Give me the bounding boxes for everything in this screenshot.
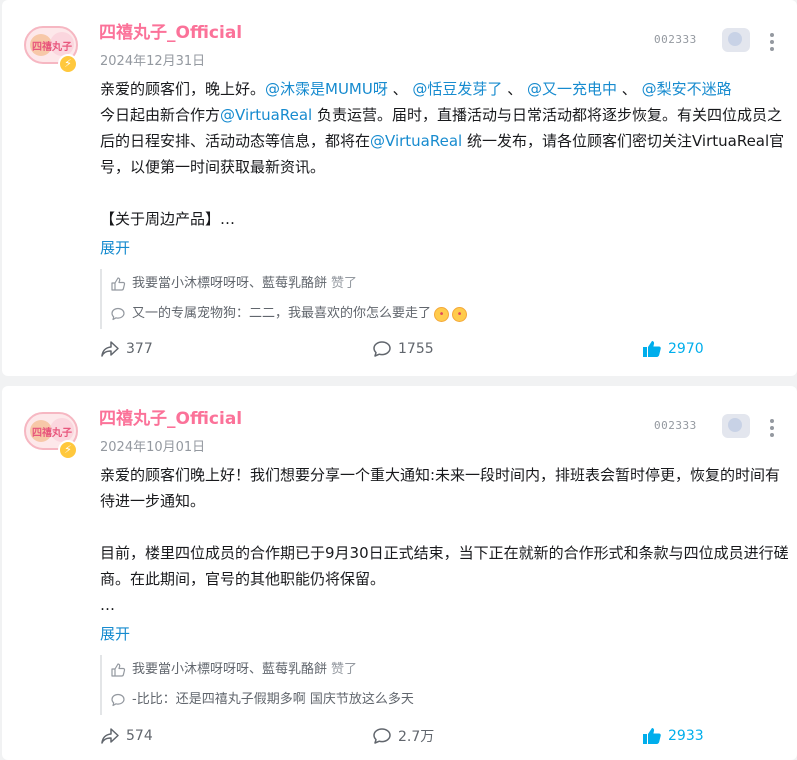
avatar-logo-text: 四禧丸子 (32, 42, 72, 53)
like-button[interactable]: 2933 (642, 724, 704, 748)
author-name[interactable]: 四禧丸子_Official (99, 404, 242, 429)
share-count: 377 (126, 341, 153, 357)
share-button[interactable]: 377 (100, 337, 153, 361)
more-vertical-icon[interactable] (762, 416, 782, 442)
fan-badge: 002333 (652, 28, 752, 52)
mention-link[interactable]: @恬豆发芽了 (412, 80, 502, 98)
content-line (100, 514, 790, 540)
author-name[interactable]: 四禧丸子_Official (99, 18, 242, 43)
fan-badge-number: 002333 (654, 33, 697, 46)
content-text: 今日起由新合作方 (100, 106, 221, 124)
content-line: 【关于周边产品】… (100, 210, 236, 228)
comment-text: 又一的专属宠物狗：二二，我最喜欢的你怎么要走了 (132, 306, 432, 321)
more-vertical-icon[interactable] (762, 30, 782, 56)
action-bar: 377 1755 2970 (100, 337, 790, 361)
like-count: 2933 (668, 728, 704, 744)
expand-link[interactable]: 展开 (100, 237, 130, 258)
comment-button[interactable]: 2.7万 (372, 724, 434, 748)
interaction-summary: 我要當小沐標呀呀呀、藍莓乳酪餅 赞了 -比比：还是四禧丸子假期多啊 国庆节放这么… (100, 655, 790, 715)
content-text: 亲爱的顾客们，晚上好。 (100, 80, 266, 98)
content-line (100, 180, 790, 206)
comment-text: -比比：还是四禧丸子假期多啊 国庆节放这么多天 (132, 692, 414, 707)
likes-names[interactable]: 我要當小沐標呀呀呀、藍莓乳酪餅 (132, 655, 327, 685)
content-line: 今日起由新合作方@VirtuaReal 负责运营。届时，直播活动与日常活动都将逐… (100, 102, 790, 180)
mention-link[interactable]: @沐霂是MUMU呀 (265, 80, 388, 98)
likes-names[interactable]: 我要當小沐標呀呀呀、藍莓乳酪餅 (132, 269, 327, 299)
content-text: 、 (617, 80, 637, 98)
thumb-up-filled-icon (643, 728, 661, 744)
crying-face-emoji: • (434, 306, 450, 322)
thumb-up-outline-icon (111, 663, 126, 677)
post-content: 亲爱的顾客们，晚上好。@沐霂是MUMU呀 、 @恬豆发芽了 、 @又一充电中 、… (100, 76, 790, 232)
avatar-logo-text: 四禧丸子 (32, 428, 72, 439)
mention-link[interactable]: @VirtuaReal (220, 106, 312, 124)
comment-count: 2.7万 (398, 729, 435, 745)
comment-count: 1755 (398, 341, 434, 357)
share-button[interactable]: 574 (100, 724, 153, 748)
mention-link[interactable]: @又一充电中 (527, 80, 617, 98)
content-paragraph: 目前，楼里四位成员的合作期已于9月30日正式结束，当下正在就新的合作形式和条款与… (100, 544, 789, 588)
feed-card: 四禧丸子 ⚡ 四禧丸子_Official 2024年10月01日 002333 … (2, 386, 797, 760)
share-count: 574 (126, 728, 153, 744)
comment-preview[interactable]: -比比：还是四禧丸子假期多啊 国庆节放这么多天 (110, 685, 790, 715)
lightning-icon: ⚡ (58, 440, 78, 460)
expand-link[interactable]: 展开 (100, 623, 130, 644)
post-content: 亲爱的顾客们晚上好！我们想要分享一个重大通知:未来一段时间内，排班表会暂时停更，… (100, 462, 790, 618)
content-paragraph: … (100, 596, 115, 614)
thumb-up-filled-icon (643, 341, 661, 357)
comment-button[interactable]: 1755 (372, 337, 434, 361)
fan-badge-image (722, 414, 750, 438)
content-text: 、 (387, 80, 408, 98)
mention-link[interactable]: @梨安不迷路 (642, 80, 732, 98)
share-icon (101, 341, 119, 357)
likes-line[interactable]: 我要當小沐標呀呀呀、藍莓乳酪餅 赞了 (110, 269, 790, 299)
like-button[interactable]: 2970 (642, 337, 704, 361)
likes-suffix: 赞了 (331, 662, 358, 677)
lightning-icon: ⚡ (58, 54, 78, 74)
content-line: 亲爱的顾客们，晚上好。@沐霂是MUMU呀 、 @恬豆发芽了 、 @又一充电中 、… (100, 76, 790, 102)
likes-suffix: 赞了 (331, 276, 358, 291)
comment-preview[interactable]: 又一的专属宠物狗：二二，我最喜欢的你怎么要走了 • • (110, 299, 790, 329)
comment-icon (373, 341, 391, 357)
like-count: 2970 (668, 341, 704, 357)
content-paragraph: 亲爱的顾客们晚上好！我们想要分享一个重大通知:未来一段时间内，排班表会暂时停更，… (100, 466, 781, 510)
fan-badge-number: 002333 (654, 419, 697, 432)
post-date[interactable]: 2024年10月01日 (100, 436, 205, 455)
fan-badge-image (722, 28, 750, 52)
likes-line[interactable]: 我要當小沐標呀呀呀、藍莓乳酪餅 赞了 (110, 655, 790, 685)
content-text: 、 (502, 80, 523, 98)
comment-outline-icon (111, 307, 125, 321)
share-icon (101, 728, 119, 744)
feed-card: 四禧丸子 ⚡ 四禧丸子_Official 2024年12月31日 002333 … (2, 0, 797, 376)
interaction-summary: 我要當小沐標呀呀呀、藍莓乳酪餅 赞了 又一的专属宠物狗：二二，我最喜欢的你怎么要… (100, 269, 790, 329)
comment-icon (373, 728, 391, 744)
action-bar: 574 2.7万 2933 (100, 724, 790, 748)
fan-badge: 002333 (652, 414, 752, 438)
comment-outline-icon (111, 693, 125, 707)
mention-link[interactable]: @VirtuaReal (370, 132, 462, 150)
thumb-up-outline-icon (111, 277, 126, 291)
crying-face-emoji: • (452, 306, 468, 322)
post-date[interactable]: 2024年12月31日 (100, 50, 205, 69)
